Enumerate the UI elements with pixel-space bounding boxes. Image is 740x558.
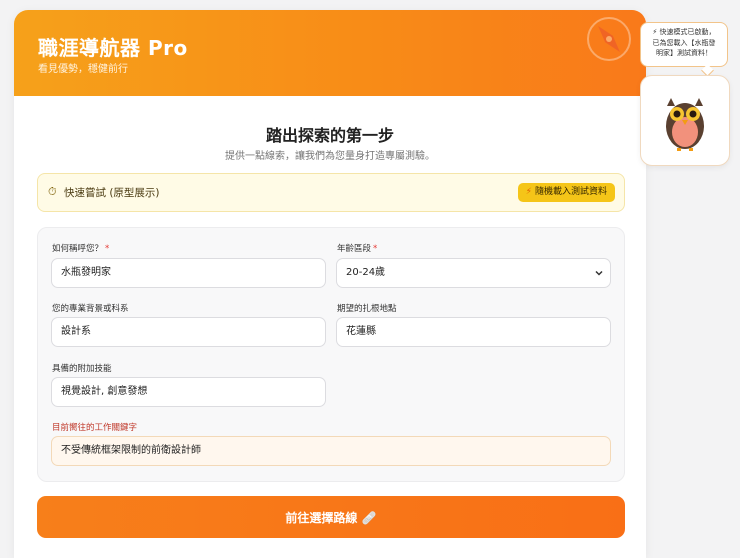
- keyword-input[interactable]: 不受傳統框架限制的前衛設計師: [51, 436, 611, 466]
- profile-form: 如何稱呼您？ * 水瓶發明家 年齡區段 * 20-24歲 您的專業背景或科系 設計系…: [37, 227, 625, 482]
- quick-try-label: 快速嘗試 (原型展示): [64, 187, 160, 199]
- name-input[interactable]: 水瓶發明家: [51, 258, 326, 288]
- section-title: 踏出探索的第一步: [265, 126, 394, 145]
- bolt-icon: ⚡: [525, 187, 532, 197]
- major-input[interactable]: 設計系: [51, 317, 326, 347]
- app-header: 職涯導航器 Pro 看見優勢，穩健前行: [14, 10, 646, 96]
- random-load-button[interactable]: ⚡ 隨機載入測試資料: [517, 183, 615, 202]
- location-label: 期望的扎根地點: [337, 304, 397, 314]
- skills-label: 具備的附加技能: [52, 364, 112, 374]
- bubble-line-2: 已為您載入【水瓶發: [652, 38, 716, 47]
- bandage-icon: 🩹: [361, 511, 377, 525]
- assistant-mascot[interactable]: [640, 75, 730, 166]
- chevron-down-icon: [595, 270, 603, 276]
- age-select[interactable]: 20-24歲: [336, 258, 611, 288]
- section-subtitle: 提供一點線索，讓我們為您量身打造專屬測驗。: [225, 151, 435, 162]
- bubble-line-3: 明家】測試資料！: [656, 49, 712, 57]
- stopwatch-icon: ⏱: [48, 185, 57, 198]
- compass-icon: [587, 17, 631, 61]
- bubble-line-1: ⚡ 快速模式已啟動，: [652, 28, 716, 36]
- app-title: 職涯導航器 Pro: [38, 36, 188, 60]
- age-select-value: 20-24歲: [346, 267, 386, 278]
- quick-try-bar: ⏱ 快速嘗試 (原型展示) ⚡ 隨機載入測試資料: [37, 173, 625, 212]
- assistant-bubble: ⚡ 快速模式已啟動， 已為您載入【水瓶發 明家】測試資料！: [640, 22, 728, 67]
- continue-label: 前往選擇路線: [285, 511, 358, 525]
- skills-input[interactable]: 視覺設計, 創意發想: [51, 377, 326, 407]
- main-card: 職涯導航器 Pro 看見優勢，穩健前行 踏出探索的第一步 提供一點線索，讓我們為…: [14, 10, 646, 558]
- continue-button[interactable]: 前往選擇路線 🩹: [37, 496, 625, 538]
- major-label: 您的專業背景或科系: [52, 304, 129, 314]
- age-label: 年齡區段 *: [337, 244, 378, 254]
- keyword-label: 目前嚮往的工作關鍵字: [52, 423, 138, 433]
- name-label: 如何稱呼您？ *: [52, 244, 110, 254]
- random-load-label: 隨機載入測試資料: [534, 187, 607, 197]
- app-subtitle: 看見優勢，穩健前行: [38, 64, 128, 75]
- owl-icon: [666, 98, 704, 151]
- location-input[interactable]: 花蓮縣: [336, 317, 611, 347]
